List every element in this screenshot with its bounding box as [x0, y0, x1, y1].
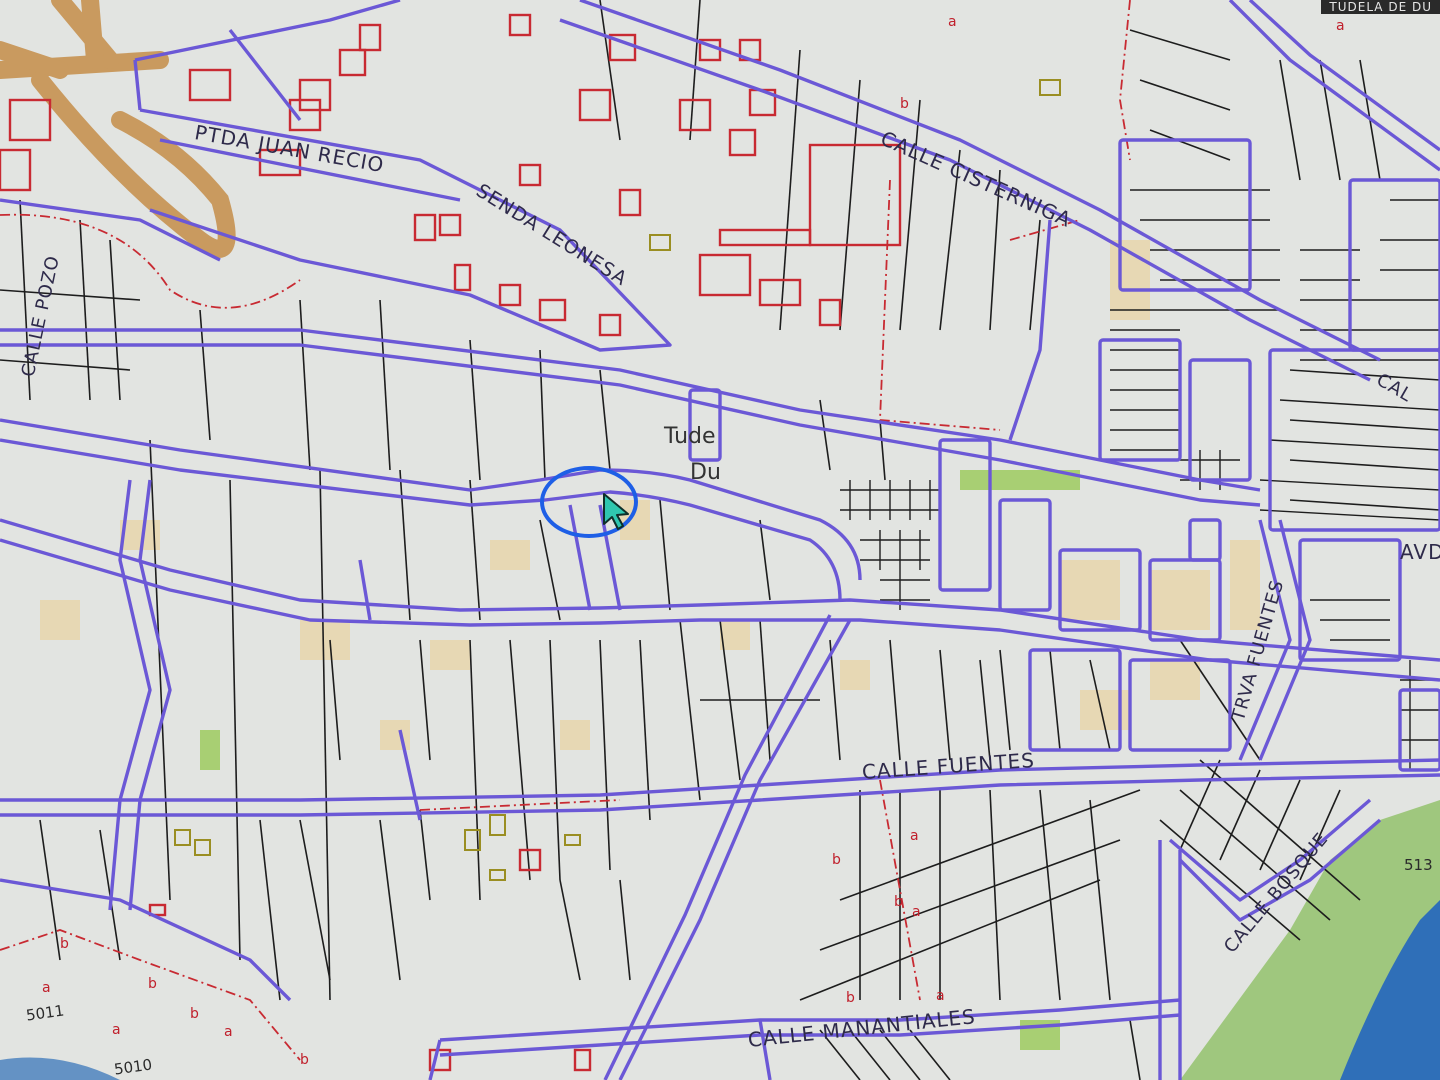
lot-letter: b — [846, 990, 855, 1006]
lot-letter: b — [300, 1052, 309, 1068]
building-fills — [40, 240, 1260, 1050]
lot-letter: a — [936, 988, 945, 1004]
lot-letter: a — [224, 1024, 233, 1040]
lot-letter: a — [948, 14, 957, 30]
lot-letter: b — [832, 852, 841, 868]
lot-letter: a — [112, 1022, 121, 1038]
lot-letter: a — [1336, 18, 1345, 34]
lot-letter: a — [910, 828, 919, 844]
street-outlines — [0, 0, 1440, 1080]
mouse-pointer-icon — [603, 493, 629, 530]
place-label-tude: Tude — [664, 424, 716, 449]
lot-letter: b — [148, 976, 157, 992]
river-bottom-left — [0, 1057, 120, 1080]
lot-letter: a — [42, 980, 51, 996]
place-label-du: Du — [690, 460, 721, 485]
lot-letter: a — [912, 904, 921, 920]
map-canvas[interactable] — [0, 0, 1440, 1080]
map-title-badge: TUDELA DE DU — [1321, 0, 1440, 14]
parcel-lines — [0, 0, 1440, 1080]
street-label-avd: AVD — [1400, 540, 1440, 564]
parcel-number-513: 513 — [1404, 856, 1433, 874]
cadastral-map[interactable]: PTDA JUAN RECIO SENDA LEONESA CALLE CIST… — [0, 0, 1440, 1080]
lot-letter: b — [894, 894, 903, 910]
lot-letter: b — [900, 96, 909, 112]
lot-letter: b — [190, 1006, 199, 1022]
lot-letter: b — [60, 936, 69, 952]
highway — [0, 0, 236, 258]
